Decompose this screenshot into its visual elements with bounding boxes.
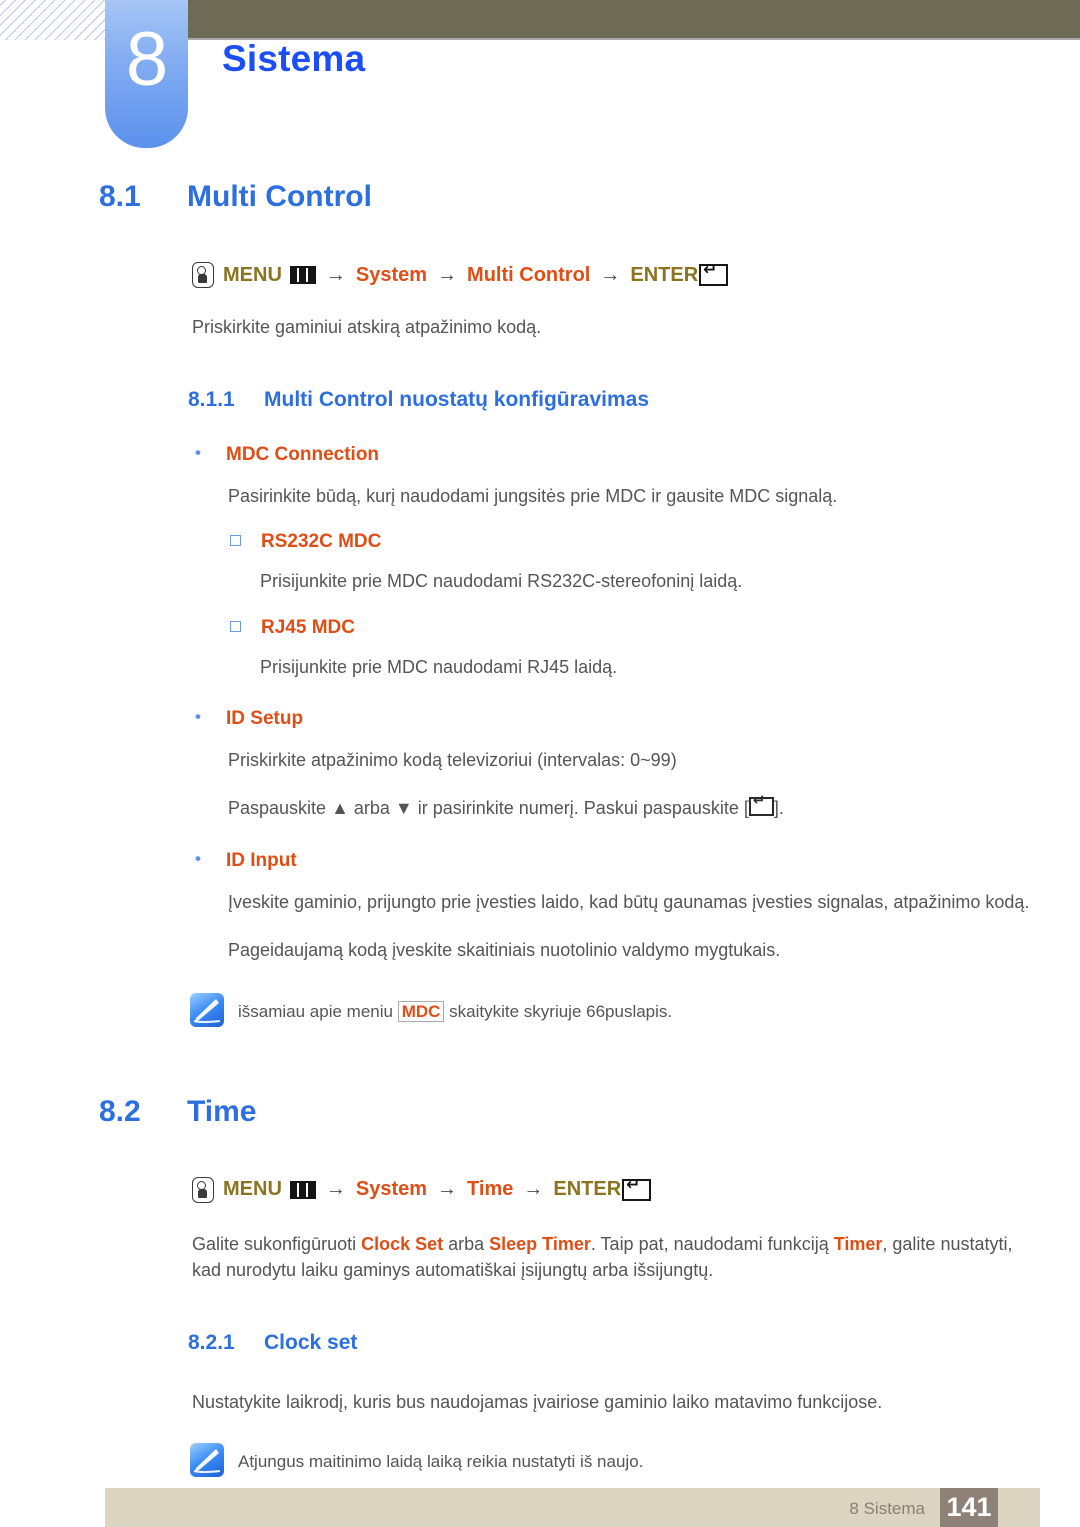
press-button-icon	[192, 262, 214, 288]
menu-item-system: System	[355, 1178, 428, 1201]
bullet-desc-id-input: Įveskite gaminio, prijungto prie įvestie…	[228, 891, 1030, 912]
subbullet-square-icon	[230, 617, 261, 639]
arrow-icon-2: →	[437, 263, 458, 286]
note-text: išsamiau apie meniu MDC skaitykite skyri…	[238, 993, 672, 1025]
arrow-icon-2: →	[437, 1178, 458, 1201]
menu-item-multi-control: Multi Control	[467, 263, 591, 286]
bullet-desc-id-input-2: Pageidaujamą kodą įveskite skaitiniais n…	[228, 939, 781, 960]
subsection-number: 8.2.1	[188, 1330, 235, 1354]
menu-item-time: Time	[467, 1178, 514, 1201]
header-olive-bar	[188, 0, 1080, 38]
highlight-clock-set: Clock Set	[361, 1233, 444, 1254]
subbullet-rj45-mdc: RJ45 MDC	[0, 617, 1080, 639]
bullet-mdc-connection: MDC Connection	[0, 444, 1080, 466]
subsection-title: Multi Control nuostatų konfigūravimas	[264, 388, 650, 412]
subsection-title: Clock set	[264, 1330, 358, 1354]
arrow-icon-3: →	[523, 1178, 544, 1201]
enter-key-icon	[622, 1176, 652, 1201]
note-text-a: išsamiau apie meniu	[238, 1001, 398, 1021]
note-text-b: skaitykite skyriuje 66puslapis.	[444, 1001, 673, 1021]
subbullet-rs232c-mdc: RS232C MDC	[0, 531, 1080, 553]
menu-bars-icon	[289, 1180, 316, 1199]
press-text-d: ].	[773, 798, 784, 819]
note-text: Atjungus maitinimo laidą laiką reikia nu…	[238, 1452, 644, 1472]
enter-label: ENTER	[553, 1178, 622, 1201]
chapter-tab: 8	[105, 0, 188, 148]
menu-label: MENU	[223, 263, 282, 286]
time-text-b: arba	[443, 1233, 490, 1254]
arrow-down-icon: ▼	[394, 798, 413, 819]
bullet-label: ID Input	[226, 849, 297, 871]
highlight-sleep-timer: Sleep Timer	[489, 1233, 591, 1254]
section-title: Multi Control	[187, 180, 372, 213]
enter-key-icon	[748, 793, 774, 817]
section-title: Time	[187, 1094, 257, 1128]
note-highlight-mdc: MDC	[397, 1000, 445, 1022]
subbullet-desc-rj45: Prisijunkite prie MDC naudodami RJ45 lai…	[260, 657, 618, 678]
multi-control-intro: Priskirkite gaminiui atskirą atpažinimo …	[192, 317, 542, 337]
note-pencil-icon	[190, 992, 224, 1027]
press-text-a: Paspauskite	[228, 798, 332, 819]
subbullet-desc-rs232c: Prisijunkite prie MDC naudodami RS232C-s…	[260, 571, 743, 592]
bullet-desc-mdc-connection: Pasirinkite būdą, kurį naudodami jungsit…	[228, 486, 838, 507]
subbullet-square-icon	[230, 531, 261, 553]
highlight-timer: Timer	[833, 1233, 883, 1254]
bullet-id-input: ID Input	[0, 850, 1080, 872]
bullet-dot-icon	[195, 708, 226, 725]
time-text-a: Galite sukonfigūruoti	[192, 1233, 362, 1254]
page-header: 8 Sistema	[0, 0, 1080, 160]
enter-key-icon	[699, 261, 729, 286]
clock-set-desc: Nustatykite laikrodį, kuris bus naudojam…	[192, 1391, 883, 1412]
header-hatch-pattern	[0, 0, 105, 40]
arrow-icon-3: →	[600, 263, 621, 286]
page-content: 8.1 Multi Control MENU → System → Multi …	[0, 180, 1080, 1478]
footer-page-number: 141	[940, 1488, 998, 1527]
time-paragraph: Galite sukonfigūruoti Clock Set arba Sle…	[0, 1231, 1080, 1283]
chapter-number: 8	[125, 17, 168, 102]
arrow-icon-1: →	[325, 1178, 346, 1201]
enter-label: ENTER	[630, 263, 699, 286]
bullet-desc-id-setup-press: Paspauskite ▲ arba ▼ ir pasirinkite nume…	[0, 793, 1080, 821]
bullet-label: ID Setup	[226, 708, 304, 730]
section-number: 8.1	[99, 180, 141, 213]
arrow-icon-1: →	[325, 263, 346, 286]
menu-bars-icon	[289, 266, 316, 284]
bullet-id-setup: ID Setup	[0, 708, 1080, 730]
section-number: 8.2	[99, 1094, 141, 1128]
note-pencil-icon	[190, 1443, 224, 1478]
bullet-dot-icon	[195, 850, 226, 867]
note-clock-reset: Atjungus maitinimo laidą laiką reikia nu…	[0, 1443, 1080, 1478]
menu-item-system: System	[355, 263, 428, 286]
subsection-number: 8.1.1	[188, 388, 235, 412]
subsection-heading-8-2-1: 8.2.1 Clock set	[0, 1331, 1080, 1355]
menu-path-multi-control: MENU → System → Multi Control → ENTER	[0, 261, 1080, 288]
footer-chapter-label: 8 Sistema	[849, 1499, 925, 1518]
time-text-c: . Taip pat, naudodami funkciją	[590, 1233, 834, 1254]
arrow-up-icon: ▲	[331, 798, 349, 819]
press-text-b: arba	[348, 798, 395, 819]
press-button-icon	[192, 1176, 214, 1203]
bullet-label: MDC Connection	[226, 444, 380, 466]
menu-label: MENU	[223, 1178, 282, 1201]
press-text-c: ir pasirinkite numerį. Paskui paspauskit…	[412, 798, 749, 819]
subbullet-label: RS232C MDC	[261, 531, 382, 553]
subsection-heading-8-1-1: 8.1.1 Multi Control nuostatų konfigūravi…	[0, 388, 1080, 412]
section-heading-time: 8.2 Time	[0, 1095, 1080, 1129]
bullet-desc-id-setup: Priskirkite atpažinimo kodą televizoriui…	[228, 750, 677, 771]
chapter-title: Sistema	[222, 38, 366, 79]
bullet-dot-icon	[195, 444, 226, 461]
page-footer: 8 Sistema 141	[105, 1488, 1040, 1527]
menu-path-time: MENU → System → Time → ENTER	[0, 1176, 1080, 1203]
note-mdc-reference: išsamiau apie meniu MDC skaitykite skyri…	[0, 992, 1080, 1027]
subbullet-label: RJ45 MDC	[261, 617, 355, 639]
section-heading-multi-control: 8.1 Multi Control	[0, 180, 1080, 214]
